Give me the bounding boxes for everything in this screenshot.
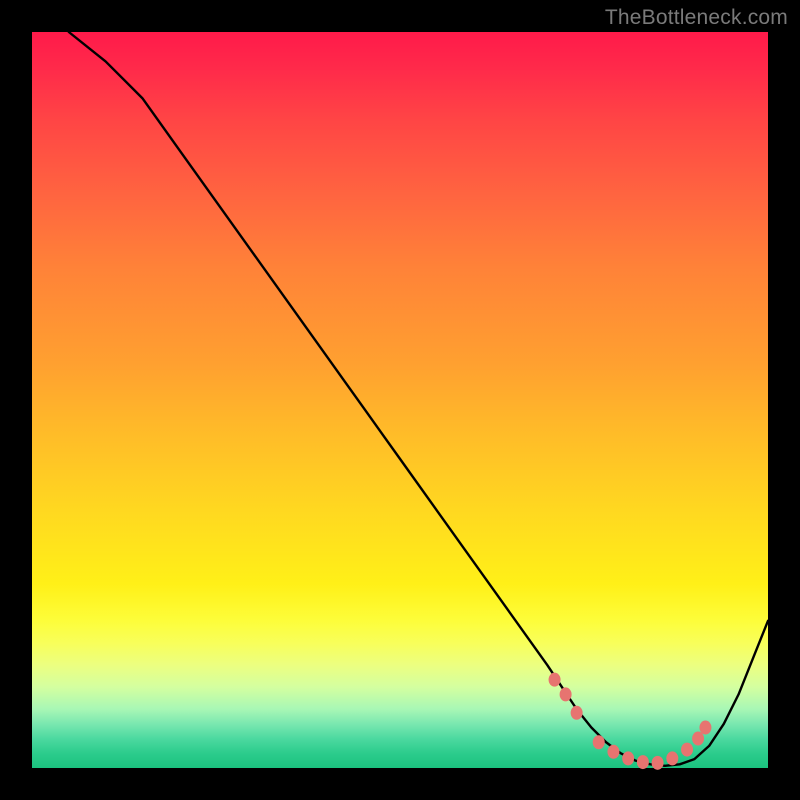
marker-dot bbox=[607, 745, 619, 759]
chart-frame: TheBottleneck.com bbox=[0, 0, 800, 800]
marker-dot bbox=[622, 751, 634, 765]
marker-dot bbox=[549, 673, 561, 687]
marker-dot bbox=[699, 721, 711, 735]
watermark-text: TheBottleneck.com bbox=[605, 6, 788, 30]
marker-dot bbox=[571, 706, 583, 720]
marker-dot bbox=[681, 743, 693, 757]
marker-dot bbox=[593, 735, 605, 749]
marker-dot bbox=[637, 755, 649, 769]
bottleneck-curve bbox=[69, 32, 768, 766]
chart-svg bbox=[32, 32, 768, 768]
marker-dot bbox=[560, 687, 572, 701]
plot-area bbox=[32, 32, 768, 768]
marker-dot bbox=[652, 756, 664, 770]
marker-dot bbox=[666, 751, 678, 765]
marker-dot bbox=[692, 732, 704, 746]
highlight-markers bbox=[549, 673, 712, 770]
